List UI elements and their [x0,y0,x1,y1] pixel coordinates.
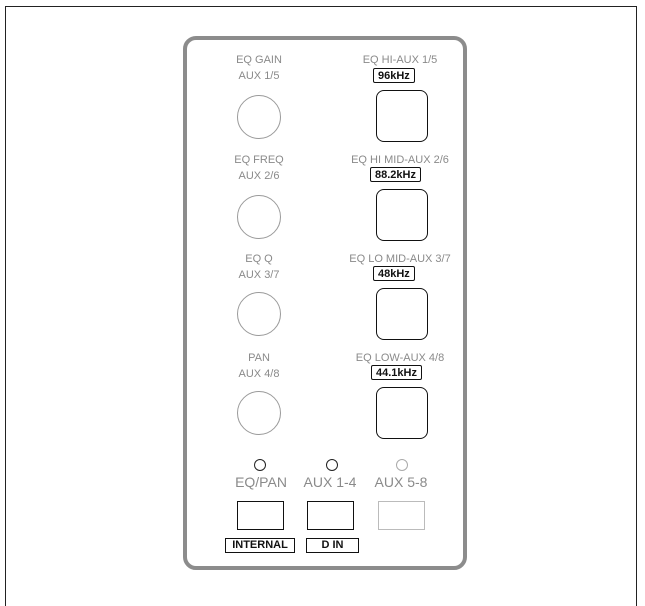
eq-low-label: EQ LOW-AUX 4/8 [355,352,445,364]
eq-pan-label: EQ/PAN [235,474,287,490]
rate-96khz-tag: 96kHz [373,68,415,83]
eq-freq-knob[interactable] [237,195,281,239]
eq-q-knob[interactable] [237,292,281,336]
eq-hi-mid-button[interactable] [376,189,428,241]
eq-hi-mid-label: EQ HI MID-AUX 2/6 [351,154,449,166]
aux-1-4-led [326,459,338,471]
eq-lo-mid-button[interactable] [376,288,428,340]
aux-5-8-led [396,459,408,471]
eq-q-label: EQ Q AUX 3/7 [238,253,280,281]
aux-5-8-button[interactable] [378,501,425,530]
eq-lo-mid-label: EQ LO MID-AUX 3/7 [349,253,451,265]
digital-in-clock-tag: D IN [306,538,359,553]
eq-pan-led [254,459,266,471]
eq-low-button[interactable] [376,387,428,439]
rate-48khz-tag: 48kHz [373,266,415,281]
pan-knob[interactable] [237,391,281,435]
aux-5-8-label: AUX 5-8 [374,474,428,490]
eq-hi-label: EQ HI-AUX 1/5 [362,54,438,66]
aux-1-4-button[interactable] [307,501,354,530]
eq-gain-knob[interactable] [237,95,281,139]
rate-44khz-tag: 44.1kHz [371,365,422,380]
eq-hi-button[interactable] [376,90,428,142]
eq-gain-label: EQ GAIN AUX 1/5 [236,54,282,82]
eq-freq-label: EQ FREQ AUX 2/6 [234,154,284,182]
pan-label: PAN AUX 4/8 [238,352,280,380]
aux-1-4-label: AUX 1-4 [303,474,357,490]
internal-clock-tag: INTERNAL [225,538,295,553]
rate-88khz-tag: 88.2kHz [370,167,421,182]
eq-pan-button[interactable] [237,501,284,530]
